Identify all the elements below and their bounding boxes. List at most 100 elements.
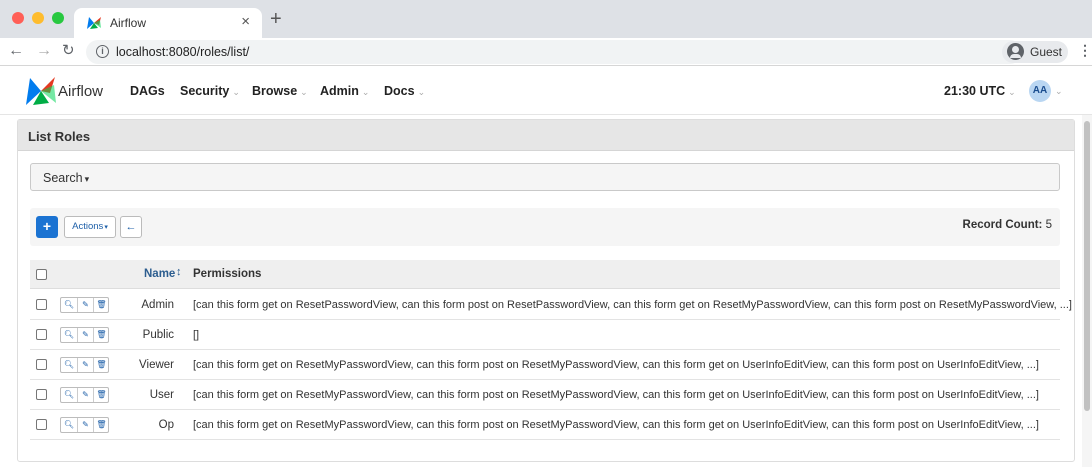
trash-icon[interactable]: 🗑︎ (93, 328, 109, 342)
profile-label: Guest (1030, 45, 1063, 59)
minimize-window-button[interactable] (32, 12, 44, 24)
forward-arrow-icon[interactable]: → (36, 42, 52, 60)
address-bar[interactable]: i localhost:8080/roles/list/ (86, 40, 1022, 64)
menu-docs-label: Docs (384, 84, 415, 98)
page-scrollbar[interactable] (1082, 115, 1092, 467)
record-count: Record Count: 5 (963, 219, 1052, 231)
row-actions: 🔍︎ ✎ 🗑︎ (60, 357, 109, 373)
table-row: 🔍︎ ✎ 🗑︎ Admin [can this form get on Rese… (30, 290, 1072, 320)
brand-name[interactable]: Airflow (58, 83, 103, 100)
row-actions: 🔍︎ ✎ 🗑︎ (60, 297, 109, 313)
chevron-down-icon[interactable]: ⌄ (1055, 86, 1063, 97)
chevron-down-icon: ⌄ (1008, 87, 1016, 97)
menu-browse-label: Browse (252, 84, 298, 98)
column-header-name[interactable]: Name (144, 268, 175, 280)
sort-icon[interactable]: ↕ (176, 266, 182, 278)
utc-clock[interactable]: 21:30 UTC ⌄ (944, 84, 1016, 98)
clock-text: 21:30 UTC (944, 84, 1006, 98)
role-permissions: [can this form get on ResetMyPasswordVie… (193, 389, 1039, 401)
actions-label: Actions (72, 221, 104, 232)
airflow-favicon-icon (87, 17, 101, 29)
browser-menu-icon[interactable]: ⋮ (1078, 42, 1092, 59)
role-name: Op (158, 419, 174, 431)
tab-close-icon[interactable]: × (241, 13, 250, 30)
search-icon[interactable]: 🔍︎ (61, 328, 77, 342)
back-arrow-icon[interactable]: ← (8, 42, 24, 60)
arrow-left-icon: ← (125, 221, 137, 233)
add-role-button[interactable]: + (36, 216, 58, 238)
profile-button[interactable]: Guest (1002, 41, 1068, 63)
chevron-down-icon: ⌄ (361, 87, 370, 97)
new-tab-button[interactable]: + (270, 9, 282, 29)
search-label: Search ▾ (43, 171, 89, 185)
row-checkbox[interactable] (36, 359, 47, 370)
panel-header: List Roles (18, 120, 1074, 151)
menu-browse[interactable]: Browse ⌄ (252, 84, 308, 98)
record-count-label: Record Count: (962, 219, 1043, 231)
trash-icon[interactable]: 🗑︎ (93, 298, 109, 312)
menu-docs[interactable]: Docs ⌄ (384, 84, 425, 98)
url-text[interactable]: localhost:8080/roles/list/ (116, 45, 249, 59)
app-navbar: Airflow DAGs Security ⌄ Browse ⌄ Admin ⌄ Do… (0, 67, 1092, 115)
search-toggle[interactable]: Search ▾ (30, 163, 1060, 191)
table-row: 🔍︎ ✎ 🗑︎ Public [] (30, 320, 1060, 350)
maximize-window-button[interactable] (52, 12, 64, 24)
chevron-down-icon: ⌄ (300, 87, 308, 97)
select-all-checkbox[interactable] (36, 269, 47, 280)
row-checkbox[interactable] (36, 389, 47, 400)
menu-admin-label: Admin (320, 84, 359, 98)
role-permissions: [can this form get on ResetMyPasswordVie… (193, 359, 1039, 371)
menu-admin[interactable]: Admin ⌄ (320, 84, 369, 98)
menu-security[interactable]: Security ⌄ (180, 84, 240, 98)
page-title: List Roles (28, 129, 91, 144)
caret-down-icon: ▾ (104, 224, 108, 231)
row-checkbox[interactable] (36, 329, 47, 340)
search-icon[interactable]: 🔍︎ (61, 358, 77, 372)
tab-title: Airflow (110, 16, 147, 30)
record-count-value: 5 (1045, 219, 1052, 231)
edit-icon[interactable]: ✎ (77, 298, 93, 312)
row-actions: 🔍︎ ✎ 🗑︎ (60, 387, 109, 403)
user-avatar[interactable]: AA (1029, 80, 1051, 102)
search-icon[interactable]: 🔍︎ (61, 388, 77, 402)
back-button[interactable]: ← (120, 216, 142, 238)
scrollbar-thumb[interactable] (1084, 121, 1090, 411)
menu-dags[interactable]: DAGs (130, 84, 165, 98)
trash-icon[interactable]: 🗑︎ (93, 418, 109, 432)
roles-panel: List Roles Search ▾ + Actions▾ ← Record C… (17, 119, 1075, 462)
menu-security-label: Security (180, 84, 230, 98)
actions-dropdown[interactable]: Actions▾ (64, 216, 116, 238)
action-bar: + Actions▾ ← Record Count: 5 (30, 208, 1060, 246)
row-checkbox[interactable] (36, 419, 47, 430)
role-name: Public (142, 329, 174, 341)
edit-icon[interactable]: ✎ (77, 358, 93, 372)
role-permissions: [can this form get on ResetMyPasswordVie… (193, 419, 1039, 431)
chevron-down-icon: ⌄ (417, 87, 426, 97)
profile-icon (1007, 43, 1024, 60)
trash-icon[interactable]: 🗑︎ (93, 388, 109, 402)
airflow-logo-icon[interactable] (24, 75, 58, 107)
chevron-down-icon: ⌄ (232, 87, 240, 97)
search-icon[interactable]: 🔍︎ (61, 418, 77, 432)
caret-down-icon: ▾ (84, 174, 90, 184)
browser-tab[interactable]: Airflow × (74, 8, 262, 38)
edit-icon[interactable]: ✎ (77, 328, 93, 342)
browser-toolbar: ← → ↻ i localhost:8080/roles/list/ Guest… (0, 38, 1092, 66)
site-info-icon[interactable]: i (96, 45, 109, 58)
edit-icon[interactable]: ✎ (77, 418, 93, 432)
search-icon[interactable]: 🔍︎ (61, 298, 77, 312)
row-actions: 🔍︎ ✎ 🗑︎ (60, 417, 109, 433)
table-header: Name ↕ Permissions (30, 260, 1060, 289)
row-checkbox[interactable] (36, 299, 47, 310)
edit-icon[interactable]: ✎ (77, 388, 93, 402)
trash-icon[interactable]: 🗑︎ (93, 358, 109, 372)
table-row: 🔍︎ ✎ 🗑︎ User [can this form get on Reset… (30, 380, 1060, 410)
browser-tabstrip: Airflow × + (0, 0, 1092, 38)
reload-icon[interactable]: ↻ (62, 42, 75, 60)
search-text: Search (43, 171, 83, 185)
menu-dags-label: DAGs (130, 84, 165, 98)
column-header-permissions: Permissions (193, 268, 262, 280)
role-name: Admin (141, 299, 174, 311)
role-permissions: [can this form get on ResetPasswordView,… (193, 299, 1072, 311)
close-window-button[interactable] (12, 12, 24, 24)
